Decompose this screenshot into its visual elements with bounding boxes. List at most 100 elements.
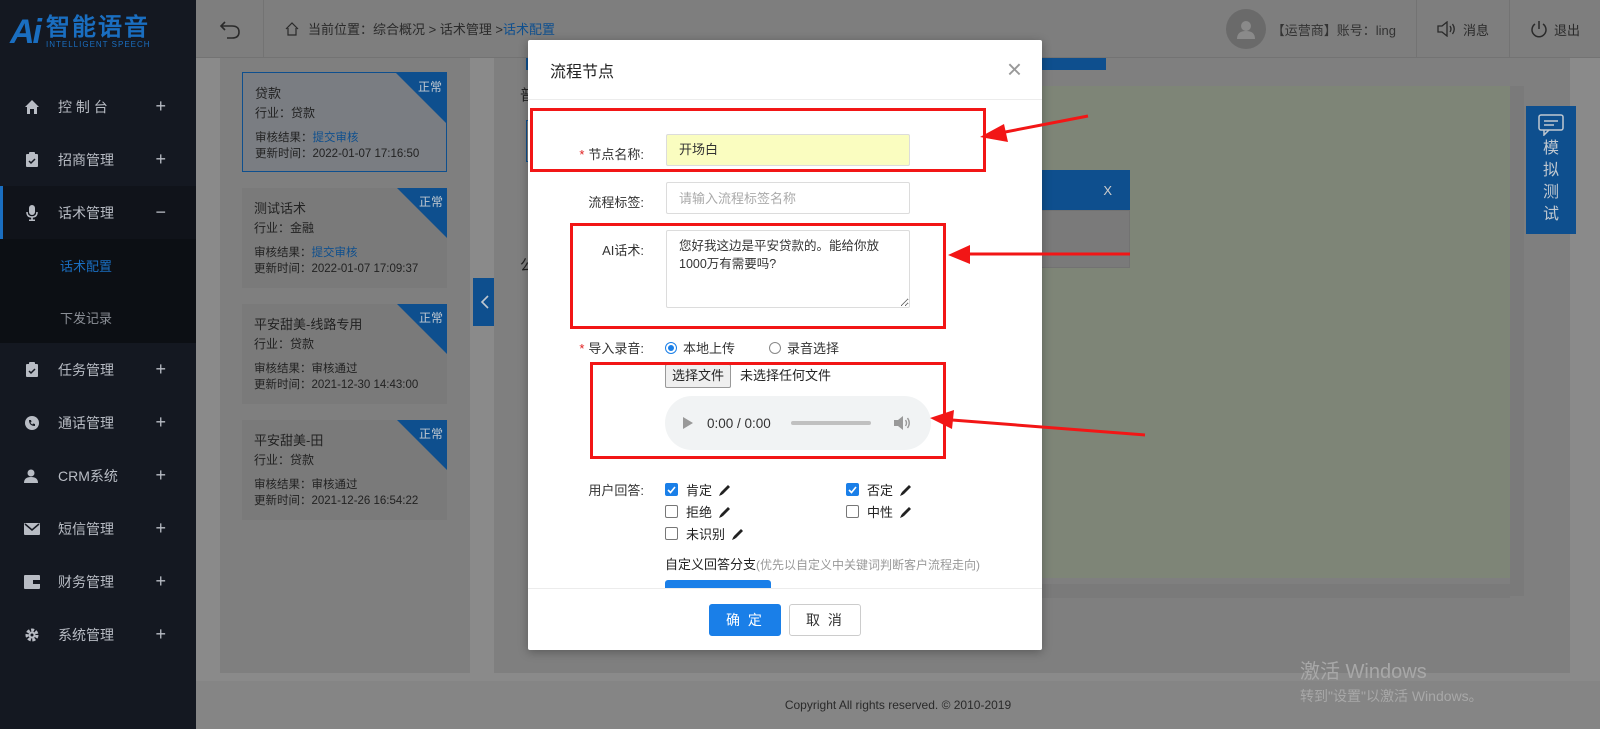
script-card[interactable]: 贷款 行业：贷款 审核结果：提交审核 更新时间：2022-01-07 17:16… — [242, 72, 447, 172]
answer-checkbox-negative[interactable]: 否定 — [846, 480, 913, 499]
gear-icon — [24, 627, 40, 643]
card-review-label: 审核结果： — [254, 479, 312, 491]
expand-icon[interactable]: + — [155, 412, 166, 433]
audio-select-radio[interactable] — [769, 341, 782, 354]
script-card[interactable]: 平安甜美-线路专用 行业：贷款 审核结果：审核通过 更新时间：2021-12-3… — [242, 304, 447, 404]
user-label: 【运营商】账号：ling — [1271, 22, 1396, 38]
volume-icon[interactable] — [893, 415, 911, 431]
edit-pencil-icon[interactable] — [718, 505, 732, 519]
watermark-line-2: 转到"设置"以激活 Windows。 — [1300, 688, 1483, 704]
chevron-left-icon — [480, 295, 489, 309]
logout-label: 退出 — [1553, 22, 1580, 38]
confirm-button[interactable]: 确 定 — [709, 603, 781, 636]
script-card[interactable]: 测试话术 行业：金融 审核结果：提交审核 更新时间：2022-01-07 17:… — [242, 188, 447, 288]
clipboard-icon — [24, 361, 40, 378]
mail-icon — [24, 521, 40, 537]
sidebar-item-label: 通话管理 — [58, 414, 114, 431]
card-review-label: 审核结果： — [254, 363, 312, 375]
dialog-body: *节点名称: 开场白 流程标签: AI话术: 您好我这边是平安贷款的。能给你放1… — [528, 100, 1042, 588]
avatar — [1225, 9, 1266, 49]
expand-icon[interactable]: + — [155, 518, 166, 539]
card-updated: 更新时间：2021-12-30 14:43:00 — [254, 379, 419, 391]
answer-checkbox-positive[interactable]: 肯定 — [665, 480, 732, 499]
collapse-icon[interactable]: − — [155, 202, 166, 223]
custom-branch-hint: (优先以自定义中关键词判断客户流程走向) — [756, 558, 981, 572]
phone-icon — [24, 415, 40, 431]
expand-icon[interactable]: + — [155, 96, 166, 117]
simulate-test-button[interactable]: 模 拟 测 试 — [1526, 106, 1576, 234]
ai-script-label: AI话术: — [602, 243, 644, 258]
checkbox[interactable] — [665, 483, 678, 496]
expand-icon[interactable]: + — [155, 149, 166, 170]
edit-pencil-icon[interactable] — [718, 483, 732, 497]
sidebar: Ai 智能语音 INTELLIGENT SPEECH 控 制 台 + 招商管理 … — [0, 0, 196, 729]
sidebar-item-merchants[interactable]: 招商管理 + — [0, 133, 196, 186]
breadcrumb-path[interactable]: 当前位置：综合概况 > 话术管理 > — [308, 19, 503, 38]
audio-time: 0:00 / 0:00 — [707, 415, 771, 431]
choose-file-button[interactable]: 选择文件 — [665, 364, 732, 388]
checkbox[interactable] — [665, 527, 678, 540]
dialog-footer: 确 定 取 消 — [528, 588, 1042, 650]
play-icon[interactable] — [683, 417, 693, 429]
flow-canvas[interactable] — [1040, 86, 1510, 578]
sidebar-item-crm[interactable]: CRM系统 + — [0, 449, 196, 502]
local-upload-radio[interactable] — [665, 341, 677, 354]
add-custom-branch-button[interactable] — [665, 580, 771, 588]
close-icon[interactable]: × — [1007, 56, 1022, 82]
audio-progress-bar[interactable] — [790, 421, 871, 425]
flow-tag-label: 流程标签: — [588, 195, 644, 210]
card-updated: 更新时间：2022-01-07 17:09:37 — [254, 263, 419, 275]
logo-mark: Ai — [10, 12, 42, 51]
sidebar-item-label: 控 制 台 — [58, 98, 108, 115]
script-card[interactable]: 平安甜美-田 行业：贷款 审核结果：审核通过 更新时间：2021-12-26 1… — [242, 420, 447, 520]
answer-label: 中性 — [867, 505, 894, 520]
vertical-scrollbar[interactable] — [1510, 86, 1524, 596]
cancel-button[interactable]: 取 消 — [789, 603, 861, 636]
expand-icon[interactable]: + — [155, 359, 166, 380]
sidebar-subitem-script-config[interactable]: 话术配置 — [0, 239, 196, 291]
sidebar-subitem-dispatch-log[interactable]: 下发记录 — [0, 291, 196, 343]
checkbox[interactable] — [846, 483, 859, 496]
edit-pencil-icon[interactable] — [899, 483, 913, 497]
expand-icon[interactable]: + — [155, 624, 166, 645]
sidebar-item-system[interactable]: 系统管理 + — [0, 608, 196, 661]
undo-icon — [219, 20, 240, 39]
sidebar-item-tasks[interactable]: 任务管理 + — [0, 343, 196, 396]
local-upload-label[interactable]: 本地上传 — [683, 338, 735, 357]
chat-icon — [1538, 114, 1564, 136]
edit-pencil-icon[interactable] — [731, 527, 745, 541]
edit-pencil-icon[interactable] — [899, 505, 913, 519]
sidebar-item-scripts[interactable]: 话术管理 − — [0, 186, 196, 239]
answer-checkbox-unrecognized[interactable]: 未识别 — [665, 524, 745, 543]
answer-checkbox-neutral[interactable]: 中性 — [846, 502, 913, 521]
user-icon — [24, 468, 40, 484]
sidebar-item-finance[interactable]: 财务管理 + — [0, 555, 196, 608]
simulate-label-char: 模 — [1542, 140, 1559, 157]
node-name-input[interactable]: 开场白 — [666, 134, 910, 166]
flow-tag-input[interactable] — [666, 182, 910, 214]
ai-script-textarea[interactable]: 您好我这边是平安贷款的。能给你放1000万有需要吗? — [666, 230, 910, 308]
submit-review-link[interactable]: 提交审核 — [313, 132, 359, 144]
answer-checkbox-reject[interactable]: 拒绝 — [665, 502, 732, 521]
status-badge-label: 正常 — [418, 427, 443, 441]
expand-icon[interactable]: + — [155, 571, 166, 592]
back-button[interactable] — [196, 0, 264, 58]
breadcrumb-current[interactable]: 话术配置 — [503, 19, 555, 38]
submit-review-link[interactable]: 提交审核 — [312, 247, 358, 259]
sidebar-item-sms[interactable]: 短信管理 + — [0, 502, 196, 555]
sidebar-item-calls[interactable]: 通话管理 + — [0, 396, 196, 449]
logout-button[interactable]: 退出 — [1510, 0, 1600, 58]
horizontal-scrollbar[interactable] — [1040, 584, 1510, 598]
messages-button[interactable]: 消息 — [1417, 0, 1510, 58]
audio-select-label[interactable]: 录音选择 — [787, 338, 839, 357]
home-icon — [285, 21, 299, 36]
checkbox[interactable] — [665, 505, 678, 518]
checkbox[interactable] — [846, 505, 859, 518]
simulate-label-char: 试 — [1542, 206, 1559, 223]
close-icon[interactable]: X — [1103, 183, 1112, 198]
status-badge-label: 正常 — [418, 195, 443, 209]
expand-icon[interactable]: + — [155, 465, 166, 486]
sidebar-item-dashboard[interactable]: 控 制 台 + — [0, 80, 196, 133]
sidebar-item-label: 短信管理 — [58, 520, 114, 537]
user-account[interactable]: 【运营商】账号：ling — [1206, 0, 1417, 58]
